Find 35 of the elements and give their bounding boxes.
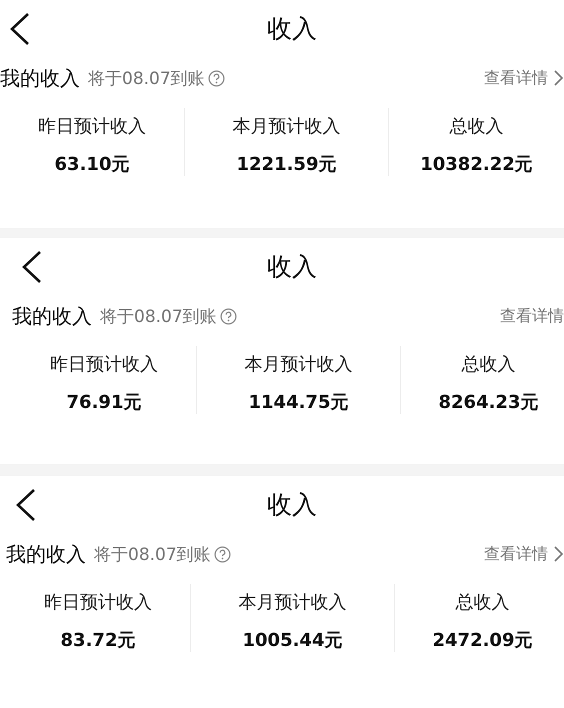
stat-value: 83.72元 (60, 629, 136, 652)
stat-label: 昨日预计收入 (44, 591, 152, 614)
settlement-note: 将于08.07到账 (94, 544, 211, 566)
page-title: 收入 (266, 12, 317, 44)
help-icon[interactable] (220, 308, 237, 324)
settlement-note: 将于08.07到账 (100, 306, 217, 328)
details-link[interactable]: 查看详情 (484, 544, 564, 564)
page-title: 收入 (266, 250, 317, 282)
stat-value: 10382.22元 (420, 153, 533, 176)
stat-value: 1221.59元 (236, 153, 336, 176)
income-heading: 我的收入 (0, 64, 80, 92)
details-link[interactable]: 查看详情 (484, 68, 564, 88)
page-title: 收入 (266, 488, 317, 520)
stat-label: 本月预计收入 (232, 115, 340, 138)
income-heading: 我的收入 (12, 302, 92, 330)
stat-label: 本月预计收入 (244, 353, 352, 376)
stat-value: 1005.44元 (242, 629, 342, 652)
stat-label: 总收入 (450, 115, 504, 138)
stat-label: 总收入 (462, 353, 516, 376)
details-link[interactable]: 查看详情 (500, 306, 564, 326)
chevron-right-icon (554, 70, 564, 86)
stat-value: 2472.09元 (432, 629, 532, 652)
stat-value: 63.10元 (54, 153, 130, 176)
stat-label: 昨日预计收入 (38, 115, 146, 138)
stat-value: 76.91元 (66, 391, 142, 414)
stat-value: 1144.75元 (248, 391, 348, 414)
stat-label: 昨日预计收入 (50, 353, 158, 376)
settlement-note: 将于08.07到账 (88, 68, 205, 90)
stat-label: 总收入 (456, 591, 510, 614)
help-icon[interactable] (208, 70, 225, 86)
stat-value: 8264.23元 (438, 391, 538, 414)
help-icon[interactable] (214, 546, 231, 562)
chevron-right-icon (554, 546, 564, 562)
income-heading: 我的收入 (6, 540, 86, 568)
stat-label: 本月预计收入 (238, 591, 346, 614)
